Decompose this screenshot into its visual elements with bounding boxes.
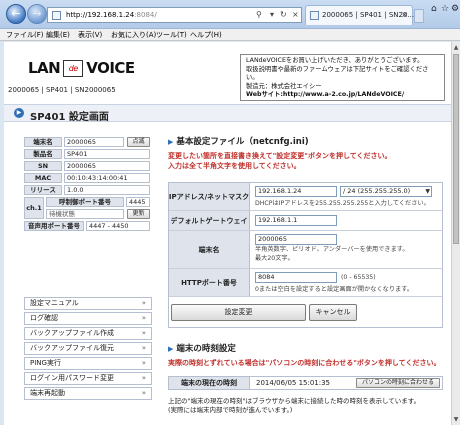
gear-icon[interactable]: ⚙ <box>451 4 459 14</box>
dropdown-icon[interactable]: ▾ <box>270 10 274 19</box>
info-row-terminal-name: 端末名 2000065 点滅 <box>24 137 152 147</box>
row-current-time: 端末の現在の時刻 2014/06/05 15:01:35 パソコンの時刻に合わせ… <box>168 376 443 390</box>
basic-instruction-2: 入力は全て半角文字を使用してください。 <box>168 162 301 170</box>
sync-pc-time-button[interactable]: パソコンの時刻に合わせる <box>356 378 440 388</box>
chevron-down-icon: ▼ <box>425 188 430 195</box>
address-bar[interactable]: http://192.168.1.24:8084/ ⚲ ▾ ↻ × <box>47 7 302 23</box>
menu-favorites[interactable]: お気に入り(A) <box>111 30 156 40</box>
stop-icon[interactable]: × <box>292 10 299 19</box>
tab-page-icon <box>310 11 319 20</box>
terminal-name-input[interactable]: 2000065 <box>255 234 337 245</box>
chevron-right-icon: » <box>141 344 146 352</box>
cancel-button[interactable]: キャンセル <box>309 304 357 321</box>
scroll-up-icon[interactable]: ▲ <box>452 44 460 51</box>
version-line: 2000065 | SP401 | SN2000065 <box>8 86 116 94</box>
new-tab-button[interactable] <box>414 9 424 23</box>
scroll-thumb[interactable] <box>453 54 459 244</box>
info-row-channel: ch.1 呼制御ポート番号 4445 待機状態 更新 <box>24 197 152 219</box>
back-icon[interactable]: ← <box>6 4 26 24</box>
browser-titlebar: ← → http://192.168.1.24:8084/ ⚲ ▾ ↻ × 20… <box>0 0 460 29</box>
time-footnote-2: (実際には端末内部で時刻が進んでいます。) <box>168 406 293 414</box>
menu-edit[interactable]: 編集(E) <box>46 30 70 40</box>
info-row-release: リリース 1.0.0 <box>24 185 152 195</box>
time-settings-title: ▶ 端末の時刻設定 <box>168 344 236 354</box>
home-icon[interactable]: ⌂ <box>431 4 437 14</box>
nav-backup-create[interactable]: バックアップファイル作成» <box>24 327 152 340</box>
page-title: SP401 設定画面 <box>30 112 109 123</box>
menu-view[interactable]: 表示(V) <box>78 30 102 40</box>
triangle-icon: ▶ <box>168 138 174 146</box>
chevron-right-icon: » <box>141 359 146 367</box>
netmask-select[interactable]: / 24 (255.255.255.0) ▼ <box>340 186 432 197</box>
row-http-port: HTTPポート番号 8084 (0 - 65535) 0または空白を設定すると設… <box>169 269 442 297</box>
nav-reboot[interactable]: 端末再起動» <box>24 387 152 400</box>
current-time-value: 2014/06/05 15:01:35 <box>256 379 331 387</box>
blink-button[interactable]: 点滅 <box>127 137 150 147</box>
menu-bar: ファイル(F) 編集(E) 表示(V) お気に入り(A) ツール(T) ヘルプ(… <box>0 29 460 41</box>
apply-settings-button[interactable]: 設定変更 <box>171 304 306 321</box>
tab-title: 2000065 | SP401 | SN20... <box>322 11 415 19</box>
chevron-right-icon: » <box>141 314 146 322</box>
favorites-icon[interactable]: ☆ <box>441 4 449 14</box>
time-instruction: 実際の時刻とずれている場合は"パソコンの時刻に合わせる"ボタンを押してください。 <box>168 359 441 367</box>
info-row-mac: MAC 00:10:43:14:00:41 <box>24 173 152 183</box>
basic-instruction-1: 変更したい箇所を直接書き換えて"設定変更"ボタンを押してください。 <box>168 152 392 160</box>
bullet-icon: ▶ <box>14 108 24 118</box>
ip-input[interactable]: 192.168.1.24 <box>255 186 337 197</box>
chevron-right-icon: » <box>141 329 146 337</box>
gateway-input[interactable]: 192.168.1.1 <box>255 215 337 226</box>
close-tab-icon[interactable]: × <box>401 10 408 19</box>
row-gateway: デフォルトゲートウェイ 192.168.1.1 <box>169 211 442 231</box>
search-icon[interactable]: ⚲ <box>256 10 262 19</box>
logo: LAN de VOICE <box>28 59 135 77</box>
chevron-right-icon: » <box>141 299 146 307</box>
vertical-scrollbar[interactable]: ▲ ▼ <box>451 42 460 425</box>
chevron-right-icon: » <box>141 389 146 397</box>
http-port-input[interactable]: 8084 <box>255 272 337 283</box>
forward-icon[interactable]: → <box>27 4 47 24</box>
web-page: LAN de VOICE 2000065 | SP401 | SN2000065 L… <box>4 42 451 425</box>
nav-change-password[interactable]: ログイン用パスワード変更» <box>24 372 152 385</box>
info-row-sn: SN 2000065 <box>24 161 152 171</box>
info-row-product: 製品名 SP401 <box>24 149 152 159</box>
scroll-down-icon[interactable]: ▼ <box>452 416 460 423</box>
refresh-status-button[interactable]: 更新 <box>127 209 150 219</box>
notice-box: LANdeVOICEをお買い上げいただき、ありがとうございます。 取扱説明書や最… <box>240 54 445 101</box>
menu-file[interactable]: ファイル(F) <box>6 30 44 40</box>
row-terminal-name: 端末名 2000065 半角英数字、ピリオド、アンダーバーを使用できます。 最大… <box>169 231 442 269</box>
status-text: 待機状態 <box>46 209 124 219</box>
time-footnote-1: 上記の"端末の現在の時刻"はブラウザから端末に接続した時の時刻を表示しています。 <box>168 397 421 405</box>
browser-tab[interactable]: 2000065 | SP401 | SN20... × <box>305 5 415 25</box>
chevron-right-icon: » <box>141 374 146 382</box>
nav-log-view[interactable]: ログ確認» <box>24 312 152 325</box>
page-title-bar: ▶ SP401 設定画面 <box>4 104 451 123</box>
nav-settings-manual[interactable]: 設定マニュアル» <box>24 297 152 310</box>
row-ip: IPアドレス/ネットマスク 192.168.1.24 / 24 (255.255… <box>169 183 442 211</box>
info-row-audio-port: 音声用ポート番号 4447 - 4450 <box>24 221 152 231</box>
page-icon <box>52 11 61 20</box>
menu-tools[interactable]: ツール(T) <box>156 30 187 40</box>
menu-help[interactable]: ヘルプ(H) <box>190 30 222 40</box>
basic-settings-form: IPアドレス/ネットマスク 192.168.1.24 / 24 (255.255… <box>168 182 443 328</box>
refresh-icon[interactable]: ↻ <box>280 10 287 19</box>
nav-ping[interactable]: PING実行» <box>24 357 152 370</box>
address-url: http://192.168.1.24:8084/ <box>66 11 157 19</box>
triangle-icon: ▶ <box>168 345 174 353</box>
nav-backup-restore[interactable]: バックアップファイル復元» <box>24 342 152 355</box>
basic-settings-title: ▶ 基本設定ファイル（netcnfg.ini) <box>168 137 309 147</box>
